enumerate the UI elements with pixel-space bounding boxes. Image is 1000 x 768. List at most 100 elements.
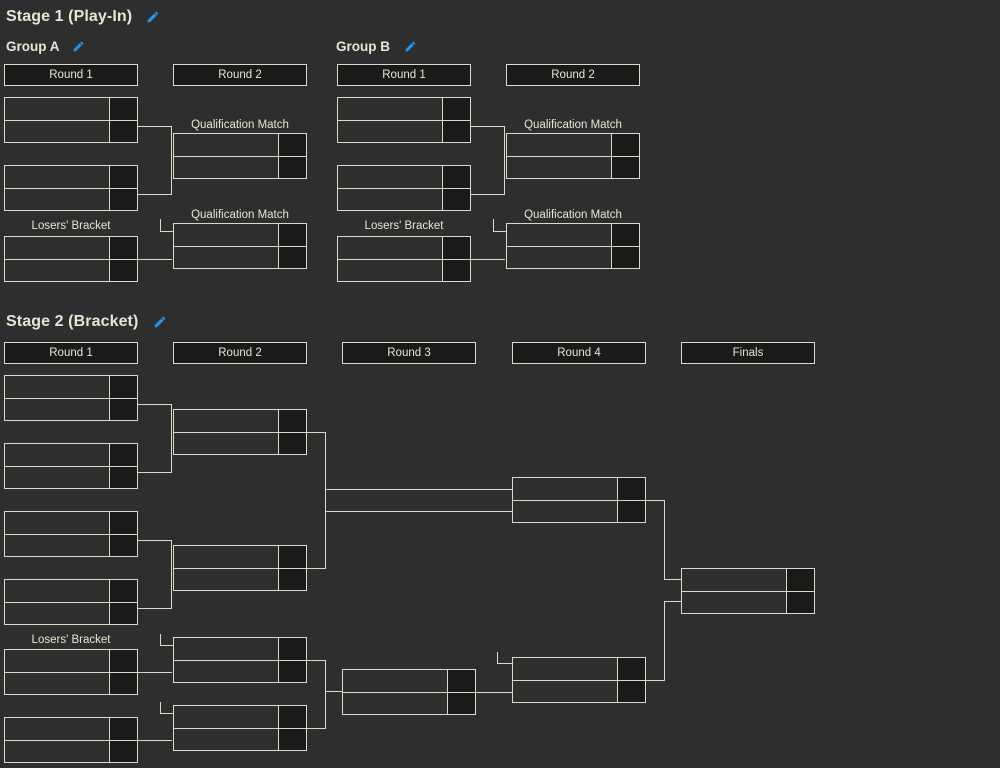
match-row[interactable] (5, 98, 137, 120)
match-row[interactable] (174, 727, 306, 750)
match-row[interactable] (5, 580, 137, 602)
match-row[interactable] (507, 245, 639, 268)
match-row[interactable] (513, 478, 645, 500)
match-row[interactable] (5, 739, 137, 762)
stage-2-losers-bracket-match2[interactable] (4, 717, 138, 763)
stage-2-round-3-header[interactable]: Round 3 (342, 342, 476, 364)
group-b-round1-match2[interactable] (337, 165, 471, 211)
connector (307, 728, 326, 729)
match-row[interactable] (174, 155, 306, 178)
match-row[interactable] (5, 671, 137, 694)
match-row[interactable] (682, 590, 814, 613)
group-b-edit-pencil-icon[interactable] (404, 40, 418, 54)
match-row[interactable] (513, 499, 645, 522)
match-row[interactable] (174, 659, 306, 682)
match-row[interactable] (174, 546, 306, 568)
team-score (443, 120, 470, 142)
match-row[interactable] (343, 691, 475, 714)
team-name (338, 237, 443, 259)
stage-2-round2-match1[interactable] (173, 409, 307, 455)
team-score (110, 466, 137, 488)
match-row[interactable] (5, 376, 137, 398)
team-name (5, 512, 110, 534)
team-score (448, 670, 475, 692)
group-a-qualification-match-1[interactable] (173, 133, 307, 179)
match-row[interactable] (174, 410, 306, 432)
stage-2-losers-bracket-match1[interactable] (4, 649, 138, 695)
stage-2-round-2-header[interactable]: Round 2 (173, 342, 307, 364)
team-name (174, 660, 279, 682)
group-a-round1-match1[interactable] (4, 97, 138, 143)
group-a-round-1-header[interactable]: Round 1 (4, 64, 138, 86)
match-row[interactable] (682, 569, 814, 591)
match-row[interactable] (5, 187, 137, 210)
stage-2-finals-header[interactable]: Finals (681, 342, 815, 364)
stage-2-round4-match2[interactable] (512, 657, 646, 703)
stage-2-round4-match1[interactable] (512, 477, 646, 523)
match-row[interactable] (338, 166, 470, 188)
stage-2-round1-match1[interactable] (4, 375, 138, 421)
stage-2-round2-match4[interactable] (173, 705, 307, 751)
match-row[interactable] (5, 258, 137, 281)
stage-2-round2-match2[interactable] (173, 545, 307, 591)
team-name (338, 166, 443, 188)
match-row[interactable] (338, 258, 470, 281)
match-row[interactable] (174, 638, 306, 660)
team-name (513, 478, 618, 500)
match-row[interactable] (174, 245, 306, 268)
group-a-edit-pencil-icon[interactable] (72, 40, 86, 54)
match-row[interactable] (513, 679, 645, 702)
group-b-round-2-header[interactable]: Round 2 (506, 64, 640, 86)
group-b-qualification-match-1[interactable] (506, 133, 640, 179)
match-row[interactable] (5, 119, 137, 142)
team-score (279, 432, 306, 454)
match-row[interactable] (5, 444, 137, 466)
group-a-round1-match2[interactable] (4, 165, 138, 211)
group-b-qualification-match-2[interactable] (506, 223, 640, 269)
match-row[interactable] (507, 224, 639, 246)
match-row[interactable] (5, 465, 137, 488)
match-row[interactable] (5, 397, 137, 420)
stage-2-round2-match3[interactable] (173, 637, 307, 683)
stage-2-round1-match2[interactable] (4, 443, 138, 489)
match-row[interactable] (174, 706, 306, 728)
stage-2-finals-match[interactable] (681, 568, 815, 614)
stage-2-round1-match4[interactable] (4, 579, 138, 625)
group-a-round-2-header[interactable]: Round 2 (173, 64, 307, 86)
group-b-losers-bracket-match[interactable] (337, 236, 471, 282)
match-row[interactable] (174, 134, 306, 156)
group-a-qualification-match-2[interactable] (173, 223, 307, 269)
match-row[interactable] (5, 650, 137, 672)
match-row[interactable] (5, 601, 137, 624)
match-row[interactable] (5, 166, 137, 188)
match-row[interactable] (338, 237, 470, 259)
stage-2-round-1-header[interactable]: Round 1 (4, 342, 138, 364)
match-row[interactable] (507, 155, 639, 178)
match-row[interactable] (174, 567, 306, 590)
stage-2-round1-match3[interactable] (4, 511, 138, 557)
team-name (5, 444, 110, 466)
match-row[interactable] (174, 224, 306, 246)
match-row[interactable] (338, 119, 470, 142)
match-row[interactable] (338, 187, 470, 210)
connector (664, 601, 682, 602)
match-row[interactable] (5, 512, 137, 534)
match-row[interactable] (5, 533, 137, 556)
team-score (612, 134, 639, 156)
group-b-round-1-header[interactable]: Round 1 (337, 64, 471, 86)
match-row[interactable] (5, 718, 137, 740)
group-a-losers-bracket-match[interactable] (4, 236, 138, 282)
match-row[interactable] (513, 658, 645, 680)
match-row[interactable] (343, 670, 475, 692)
match-row[interactable] (174, 431, 306, 454)
stage-2-round3-match1[interactable] (342, 669, 476, 715)
match-row[interactable] (338, 98, 470, 120)
match-row[interactable] (5, 237, 137, 259)
team-name (5, 398, 110, 420)
group-b-round1-match1[interactable] (337, 97, 471, 143)
stage-2-edit-pencil-icon[interactable] (153, 315, 167, 329)
team-name (174, 546, 279, 568)
stage-1-edit-pencil-icon[interactable] (146, 10, 160, 24)
match-row[interactable] (507, 134, 639, 156)
stage-2-round-4-header[interactable]: Round 4 (512, 342, 646, 364)
